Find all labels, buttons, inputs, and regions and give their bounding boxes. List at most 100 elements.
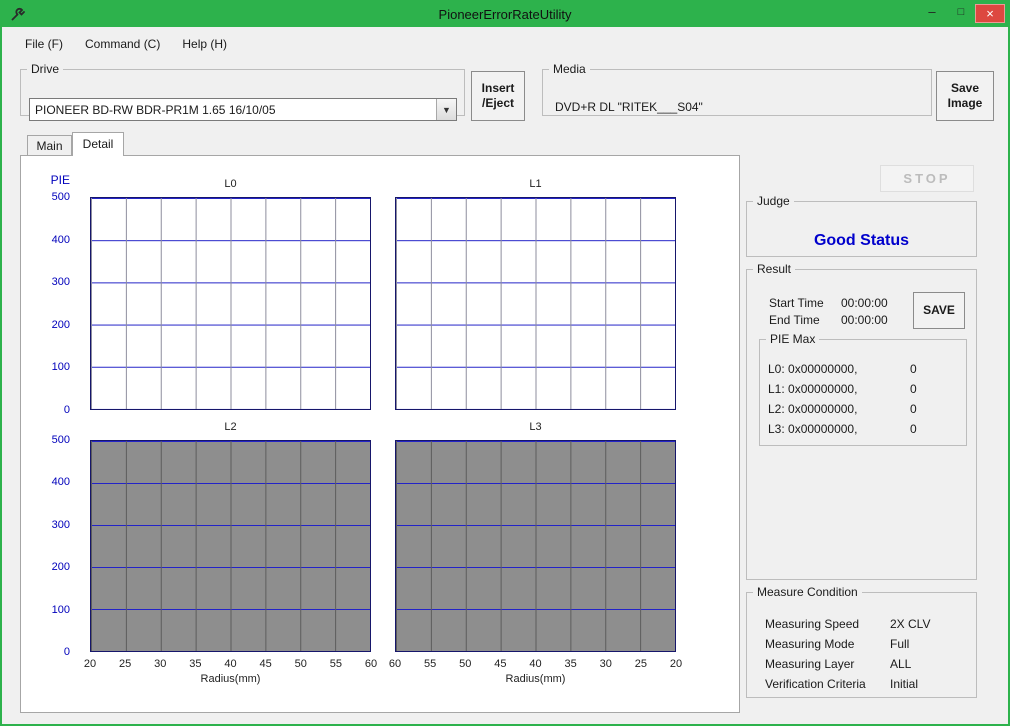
axis-tick-label: 25 (116, 658, 134, 670)
drive-group: Drive PIONEER BD-RW BDR-PR1M 1.65 16/10/… (20, 62, 465, 116)
y-axis-ticks-top: 500 400 300 200 100 0 (40, 190, 70, 417)
pie-max-group-label: PIE Max (766, 332, 819, 346)
chart-plot-l3 (395, 440, 676, 652)
axis-tick-label: 35 (562, 658, 580, 670)
axis-tick-label: 100 (52, 603, 70, 617)
axis-tick-label: 55 (421, 658, 439, 670)
pie-max-row-value: 0 (910, 422, 917, 436)
media-group-label: Media (549, 62, 590, 76)
measure-row-value: ALL (890, 657, 911, 671)
axis-tick-label: 300 (52, 518, 70, 532)
axis-tick-label: 500 (52, 433, 70, 447)
chart-title-l2: L2 (90, 421, 371, 433)
menu-file[interactable]: File (F) (14, 32, 74, 56)
axis-tick-label: 55 (327, 658, 345, 670)
pie-max-group: PIE Max L0: 0x00000000, 0 L1: 0x00000000… (759, 332, 967, 446)
axis-tick-label: 200 (52, 318, 70, 332)
save-image-label-line1: Save (951, 81, 979, 96)
pie-max-row-label: L3: 0x00000000, (768, 422, 857, 436)
tab-main[interactable]: Main (27, 135, 72, 155)
pie-max-row-label: L2: 0x00000000, (768, 402, 857, 416)
insert-eject-label-line1: Insert (482, 81, 515, 96)
x-axis-ticks-l2: 20 25 30 35 40 45 50 55 60 (81, 658, 380, 670)
measure-row-value: Full (890, 637, 909, 651)
pie-max-row-value: 0 (910, 362, 917, 376)
chart-plot-l1 (395, 197, 676, 410)
chart-title-l1: L1 (395, 178, 676, 190)
chart-title-l0: L0 (90, 178, 371, 190)
axis-tick-label: 0 (64, 645, 70, 659)
start-time-value: 00:00:00 (841, 296, 888, 310)
axis-tick-label: 50 (456, 658, 474, 670)
x-axis-label-l2: Radius(mm) (90, 673, 371, 685)
measure-row-value: 2X CLV (890, 617, 930, 631)
maximize-button[interactable]: □ (947, 3, 975, 22)
chart-plot-l0 (90, 197, 371, 410)
judge-group: Judge Good Status (746, 194, 977, 257)
pie-max-row-value: 0 (910, 382, 917, 396)
save-image-label-line2: Image (948, 96, 983, 111)
axis-tick-label: 40 (527, 658, 545, 670)
measure-row-label: Measuring Layer (765, 657, 854, 671)
start-time-label: Start Time (769, 296, 824, 310)
axis-tick-label: 30 (151, 658, 169, 670)
y-axis-ticks-bottom: 500 400 300 200 100 0 (40, 433, 70, 659)
axis-tick-label: 0 (64, 403, 70, 417)
measure-condition-group-label: Measure Condition (753, 585, 862, 599)
measure-row-label: Verification Criteria (765, 677, 866, 691)
tab-detail[interactable]: Detail (72, 132, 124, 156)
drive-selected-value: PIONEER BD-RW BDR-PR1M 1.65 16/10/05 (30, 103, 436, 117)
axis-tick-label: 25 (632, 658, 650, 670)
save-image-button[interactable]: Save Image (936, 71, 994, 121)
measure-row-label: Measuring Speed (765, 617, 859, 631)
axis-tick-label: 20 (667, 658, 685, 670)
measure-row-value: Initial (890, 677, 918, 691)
x-axis-label-l3: Radius(mm) (395, 673, 676, 685)
axis-tick-label: 400 (52, 475, 70, 489)
axis-tick-label: 30 (597, 658, 615, 670)
titlebar: PioneerErrorRateUtility – □ × (2, 2, 1008, 27)
measure-condition-group: Measure Condition Measuring Speed 2X CLV… (746, 585, 977, 698)
pie-max-row-label: L1: 0x00000000, (768, 382, 857, 396)
chart-plot-l2 (90, 440, 371, 652)
drive-group-label: Drive (27, 62, 63, 76)
pie-max-row-label: L0: 0x00000000, (768, 362, 857, 376)
save-button-label: SAVE (923, 303, 955, 318)
menu-help[interactable]: Help (H) (171, 32, 238, 56)
insert-eject-button[interactable]: Insert /Eject (471, 71, 525, 121)
drive-select[interactable]: PIONEER BD-RW BDR-PR1M 1.65 16/10/05 ▼ (29, 98, 457, 121)
chart-title-l3: L3 (395, 421, 676, 433)
end-time-value: 00:00:00 (841, 313, 888, 327)
app-window: PioneerErrorRateUtility – □ × File (F) C… (0, 0, 1010, 726)
axis-tick-label: 60 (362, 658, 380, 670)
stop-button[interactable]: STOP (880, 165, 974, 192)
axis-tick-label: 60 (386, 658, 404, 670)
axis-tick-label: 45 (257, 658, 275, 670)
axis-tick-label: 40 (222, 658, 240, 670)
judge-group-label: Judge (753, 194, 794, 208)
x-axis-ticks-l3: 60 55 50 45 40 35 30 25 20 (386, 658, 685, 670)
axis-tick-label: 100 (52, 360, 70, 374)
minimize-button[interactable]: – (918, 3, 946, 22)
insert-eject-label-line2: /Eject (482, 96, 514, 111)
save-button[interactable]: SAVE (913, 292, 965, 329)
close-button[interactable]: × (975, 4, 1005, 23)
measure-row-label: Measuring Mode (765, 637, 854, 651)
axis-tick-label: 20 (81, 658, 99, 670)
axis-tick-label: 200 (52, 560, 70, 574)
menu-bar: File (F) Command (C) Help (H) (2, 29, 1008, 59)
media-group: Media DVD+R DL "RITEK___S04" (542, 62, 932, 116)
axis-tick-label: 400 (52, 233, 70, 247)
result-group-label: Result (753, 262, 795, 276)
window-title: PioneerErrorRateUtility (2, 7, 1008, 22)
axis-tick-label: 45 (491, 658, 509, 670)
menu-command[interactable]: Command (C) (74, 32, 171, 56)
result-group: Result Start Time 00:00:00 End Time 00:0… (746, 262, 977, 580)
axis-tick-label: 50 (292, 658, 310, 670)
axis-tick-label: 300 (52, 275, 70, 289)
chevron-down-icon[interactable]: ▼ (436, 99, 456, 120)
pie-max-row-value: 0 (910, 402, 917, 416)
axis-tick-label: 500 (52, 190, 70, 204)
judge-status-text: Good Status (747, 232, 976, 250)
axis-tick-label: 35 (186, 658, 204, 670)
